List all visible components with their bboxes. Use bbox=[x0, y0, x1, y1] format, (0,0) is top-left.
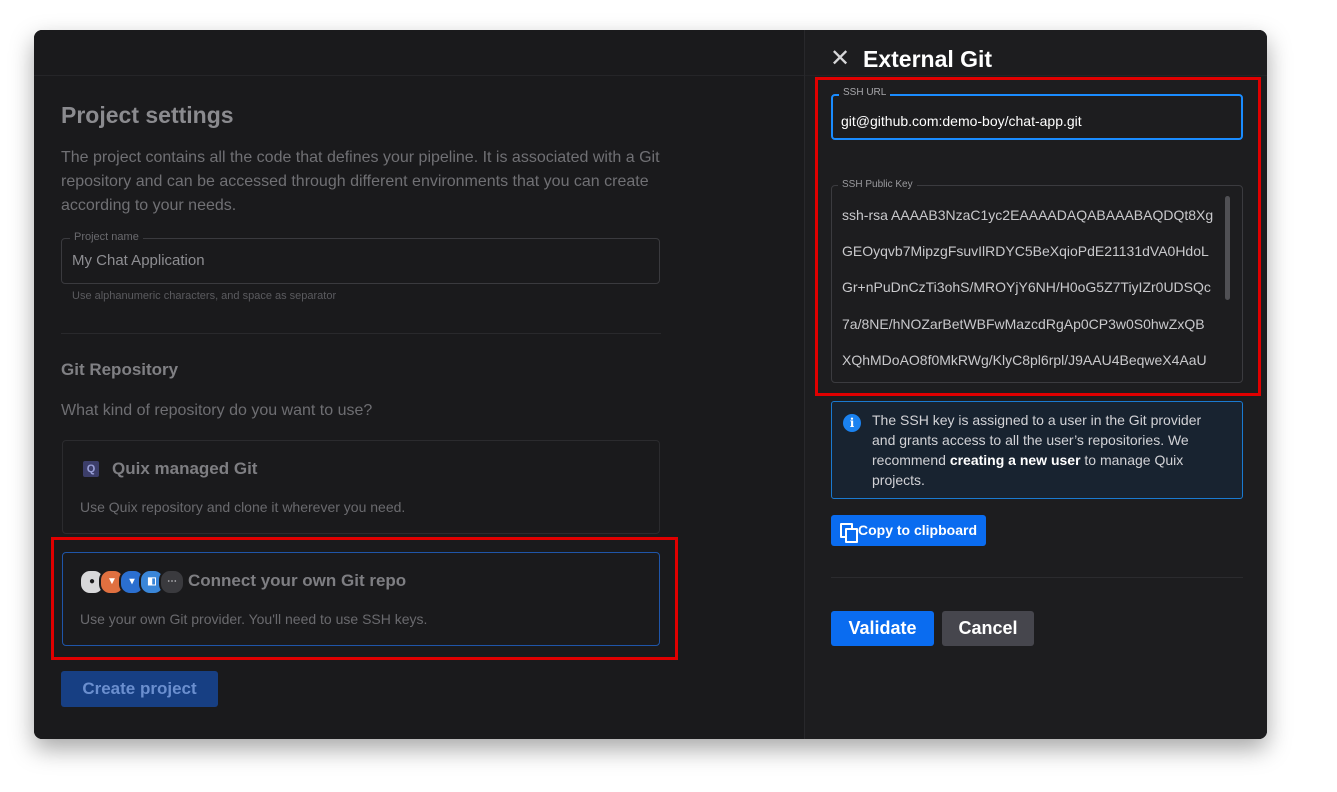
panel-header-divider bbox=[805, 75, 1267, 76]
info-text: The SSH key is assigned to a user in the… bbox=[872, 412, 1202, 488]
validate-button[interactable]: Validate bbox=[831, 611, 934, 646]
highlight-own-git-option bbox=[51, 537, 678, 660]
top-bar bbox=[34, 30, 804, 76]
info-icon: i bbox=[843, 414, 861, 432]
page-title: Project settings bbox=[61, 102, 234, 128]
panel-title: External Git bbox=[863, 46, 993, 72]
info-banner: i The SSH key is assigned to a user in t… bbox=[831, 401, 1243, 499]
close-icon[interactable]: ✕ bbox=[830, 44, 850, 73]
git-repository-title: Git Repository bbox=[61, 360, 179, 379]
create-project-button[interactable]: Create project bbox=[61, 671, 218, 707]
project-name-field[interactable]: Project name My Chat Application bbox=[61, 231, 660, 284]
option-description: Use Quix repository and clone it whereve… bbox=[80, 499, 406, 515]
creating-new-user-link[interactable]: creating a new user bbox=[950, 452, 1081, 468]
highlight-ssh-fields bbox=[815, 77, 1261, 396]
page-description: The project contains all the code that d… bbox=[61, 149, 660, 214]
panel-divider bbox=[831, 577, 1243, 578]
option-quix-managed-git[interactable]: Q Quix managed Git Use Quix repository a… bbox=[62, 440, 660, 534]
copy-icon bbox=[840, 523, 858, 543]
quix-logo-icon: Q bbox=[83, 461, 99, 477]
cancel-button[interactable]: Cancel bbox=[942, 611, 1034, 646]
copy-to-clipboard-button[interactable]: Copy to clipboard bbox=[831, 515, 986, 546]
project-name-hint: Use alphanumeric characters, and space a… bbox=[72, 290, 337, 302]
project-name-value[interactable]: My Chat Application bbox=[72, 252, 205, 269]
divider bbox=[61, 333, 661, 334]
copy-button-label: Copy to clipboard bbox=[858, 522, 977, 538]
option-title: Quix managed Git bbox=[112, 459, 258, 478]
project-name-label: Project name bbox=[70, 231, 143, 243]
repository-question: What kind of repository do you want to u… bbox=[61, 402, 373, 419]
